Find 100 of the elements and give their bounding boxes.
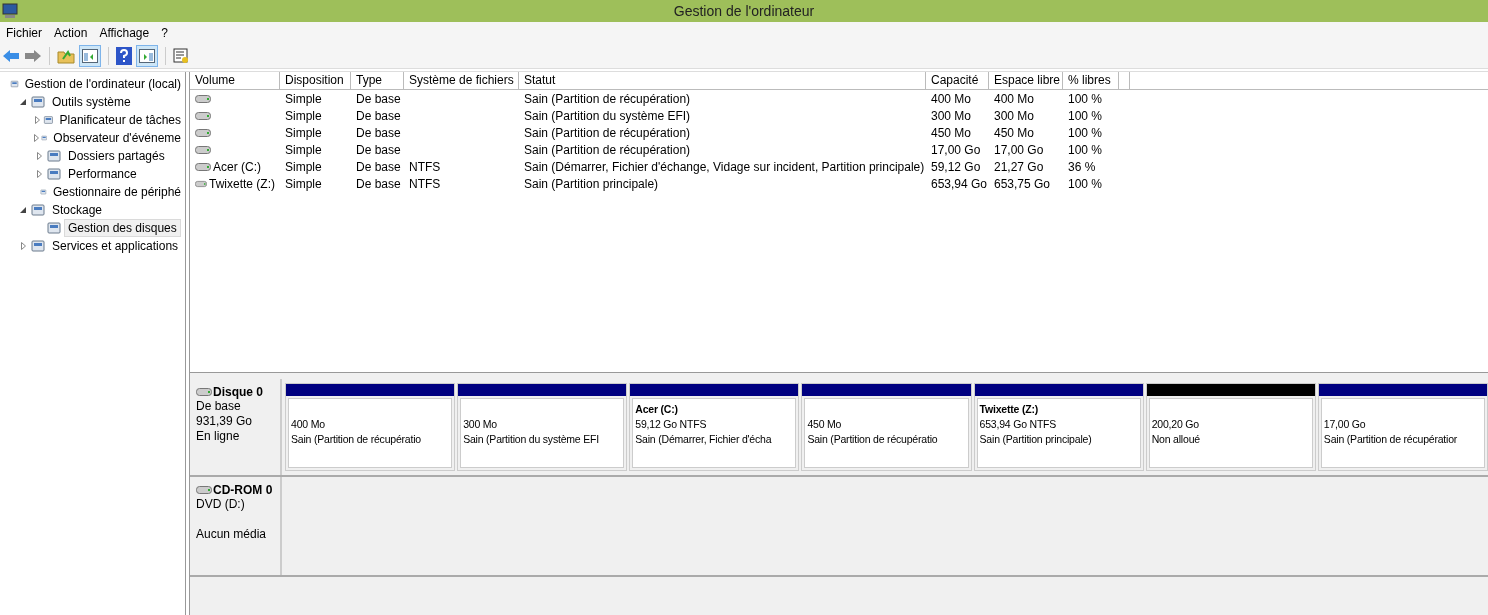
partition-block[interactable]: 200,20 Go Non alloué (1145, 383, 1316, 471)
table-cell: 450 Mo (994, 125, 1035, 140)
disk-size: 931,39 Go (196, 414, 254, 429)
table-cell: De base (356, 176, 401, 191)
tree-item[interactable]: Outils système (48, 93, 135, 111)
menu-item[interactable]: Affichage (95, 26, 158, 40)
table-cell: 100 % (1068, 142, 1103, 157)
partition-size: 400 Mo (291, 417, 325, 432)
tree-item[interactable]: Planificateur de tâches (55, 111, 185, 129)
tree-item[interactable]: Stockage (48, 201, 107, 219)
expand-arrow-icon[interactable] (36, 152, 42, 160)
table-cell: Simple (285, 125, 322, 140)
table-cell: 36 % (1068, 159, 1096, 174)
tree-node-icon (30, 202, 46, 218)
help-icon[interactable] (116, 47, 132, 65)
table-cell: NTFS (409, 176, 441, 191)
drive-icon (195, 179, 207, 188)
table-cell: Sain (Partition de récupération) (524, 91, 691, 106)
table-cell: De base (356, 142, 401, 157)
tree-item[interactable]: Gestion des disques (64, 219, 181, 237)
table-cell: Sain (Démarrer, Fichier d'échange, Vidage sur incident, Partition principale) (524, 159, 925, 174)
properties-icon[interactable] (173, 48, 189, 64)
partition-block[interactable]: Twixette (Z:) 653,94 Go NTFS Sain (Partition principale) (973, 383, 1144, 471)
collapse-arrow-icon[interactable] (20, 99, 26, 105)
table-cell: De base (356, 91, 401, 106)
partition-size: 653,94 Go NTFS (979, 417, 1057, 432)
partition-status: Sain (Partition principale) (979, 432, 1092, 447)
menu-item[interactable]: Action (50, 26, 96, 40)
partition-status: Sain (Partition de récupératio (807, 432, 938, 447)
table-cell: Simple (285, 159, 322, 174)
tree-item[interactable]: Observateur d'événeme (49, 129, 185, 147)
partition-block[interactable]: Acer (C:) 59,12 Go NTFS Sain (Démarrer, Fichier d'écha (629, 383, 800, 471)
partition-name: Twixette (Z:) (979, 402, 1039, 417)
forward-arrow-icon[interactable] (24, 49, 42, 63)
table-cell: Sain (Partition principale) (524, 176, 659, 191)
partition-size: 450 Mo (807, 417, 842, 432)
expand-arrow-icon[interactable] (20, 242, 26, 250)
partition-name: Acer (C:) (635, 402, 679, 417)
tree-item[interactable]: Services et applications (48, 237, 183, 255)
table-cell: Simple (285, 91, 322, 106)
table-cell: 59,12 Go (931, 159, 981, 174)
expand-arrow-icon[interactable] (34, 134, 39, 142)
drive-icon (196, 388, 212, 396)
show-action-pane-button[interactable] (136, 45, 158, 67)
tree-node-icon (30, 238, 46, 254)
folder-up-icon[interactable] (57, 48, 75, 64)
tree-node-icon (46, 220, 62, 236)
partition-size: 17,00 Go (1323, 417, 1366, 432)
partition-block[interactable]: 400 Mo Sain (Partition de récupératio (285, 383, 456, 471)
table-cell: 400 Mo (994, 91, 1035, 106)
tree-node-icon (46, 166, 62, 182)
tree-item[interactable]: Gestionnaire de périphé (48, 183, 185, 201)
tree-item[interactable]: Performance (64, 165, 141, 183)
partition-block[interactable]: 300 Mo Sain (Partition du système EFI (457, 383, 628, 471)
disk-status: Aucun média (196, 527, 268, 542)
show-hide-tree-button[interactable] (79, 45, 101, 67)
table-cell: Simple (285, 176, 322, 191)
table-cell: De base (356, 125, 401, 140)
expand-arrow-icon[interactable] (36, 170, 42, 178)
table-cell: Simple (285, 142, 322, 157)
disk-status: En ligne (196, 429, 241, 444)
table-cell: Acer (C:) (213, 159, 261, 174)
table-cell: Simple (285, 108, 322, 123)
window-title: Gestion de l'ordinateur (673, 3, 815, 19)
table-cell: 21,27 Go (994, 159, 1044, 174)
disk-name: Disque 0 (213, 385, 263, 399)
disk-type: De base (196, 399, 242, 414)
expand-arrow-icon[interactable] (34, 116, 40, 124)
table-cell: De base (356, 159, 401, 174)
drive-icon (195, 128, 211, 137)
partition-block[interactable]: 17,00 Go Sain (Partition de récupératior (1317, 383, 1488, 471)
partition-status: Sain (Partition de récupératio (291, 432, 421, 447)
table-cell: Sain (Partition de récupération) (524, 142, 691, 157)
table-cell: Twixette (Z:) (209, 176, 275, 191)
partition-size: 200,20 Go (1151, 417, 1199, 432)
collapse-arrow-icon[interactable] (20, 207, 26, 213)
partition-status: Non alloué (1151, 432, 1200, 447)
table-cell: 653,75 Go (994, 176, 1051, 191)
partition-status: Sain (Partition de récupératior (1323, 432, 1458, 447)
table-cell: 653,94 Go (931, 176, 988, 191)
table-cell: 100 % (1068, 91, 1103, 106)
partition-block[interactable]: 450 Mo Sain (Partition de récupératio (801, 383, 972, 471)
tree-item[interactable]: Dossiers partagés (64, 147, 169, 165)
drive-icon (195, 162, 211, 171)
partition-size: 300 Mo (463, 417, 497, 432)
table-cell: 100 % (1068, 108, 1103, 123)
table-cell: 400 Mo (931, 91, 972, 106)
disk-type: DVD (D:) (196, 497, 246, 512)
partition-size: 59,12 Go NTFS (635, 417, 707, 432)
drive-icon (196, 486, 212, 494)
tree-item[interactable]: Gestion de l'ordinateur (local) (20, 75, 185, 93)
tree-node-icon (30, 94, 46, 110)
tree-node-icon (46, 148, 62, 164)
table-cell: 17,00 Go (994, 142, 1044, 157)
table-cell: 300 Mo (994, 108, 1035, 123)
menu-item[interactable]: ? (157, 26, 176, 40)
table-cell: 300 Mo (931, 108, 972, 123)
back-arrow-icon[interactable] (2, 49, 20, 63)
table-cell: 17,00 Go (931, 142, 981, 157)
menu-item[interactable]: Fichier (2, 26, 50, 40)
